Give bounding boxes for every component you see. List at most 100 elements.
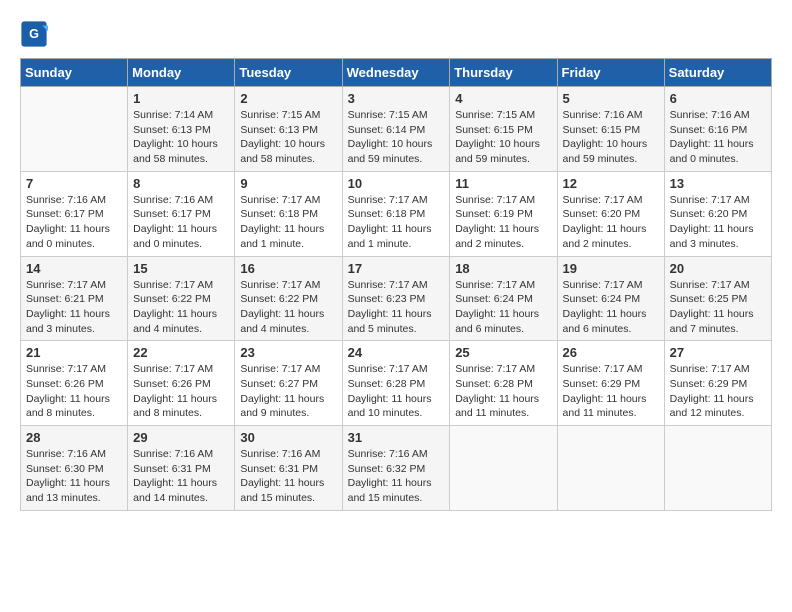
day-cell: 26Sunrise: 7:17 AMSunset: 6:29 PMDayligh… bbox=[557, 341, 664, 426]
day-number: 3 bbox=[348, 91, 445, 106]
day-number: 30 bbox=[240, 430, 336, 445]
day-cell: 29 Sunrise: 7:16 AMSunset: 6:31 PMDayligh… bbox=[128, 426, 235, 511]
column-header-sunday: Sunday bbox=[21, 59, 128, 87]
day-detail: Sunrise: 7:15 AMSunset: 6:15 PMDaylight:… bbox=[455, 108, 551, 167]
day-number: 8 bbox=[133, 176, 229, 191]
day-cell: 8 Sunrise: 7:16 AMSunset: 6:17 PMDaylight… bbox=[128, 171, 235, 256]
day-cell: 13 Sunrise: 7:17 AMSunset: 6:20 PMDayligh… bbox=[664, 171, 771, 256]
day-number: 7 bbox=[26, 176, 122, 191]
day-detail: Sunrise: 7:16 AMSunset: 6:32 PMDaylight:… bbox=[348, 447, 445, 506]
day-number: 25 bbox=[455, 345, 551, 360]
day-number: 16 bbox=[240, 261, 336, 276]
day-cell bbox=[557, 426, 664, 511]
day-cell: 24 Sunrise: 7:17 AMSunset: 6:28 PMDayligh… bbox=[342, 341, 450, 426]
day-number: 28 bbox=[26, 430, 122, 445]
day-number: 23 bbox=[240, 345, 336, 360]
day-cell: 23 Sunrise: 7:17 AMSunset: 6:27 PMDayligh… bbox=[235, 341, 342, 426]
day-number: 12 bbox=[563, 176, 659, 191]
day-number: 13 bbox=[670, 176, 766, 191]
day-number: 10 bbox=[348, 176, 445, 191]
day-cell: 11Sunrise: 7:17 AMSunset: 6:19 PMDayligh… bbox=[450, 171, 557, 256]
week-row-4: 21 Sunrise: 7:17 AMSunset: 6:26 PMDayligh… bbox=[21, 341, 772, 426]
day-cell: 14 Sunrise: 7:17 AMSunset: 6:21 PMDayligh… bbox=[21, 256, 128, 341]
day-cell: 15Sunrise: 7:17 AMSunset: 6:22 PMDayligh… bbox=[128, 256, 235, 341]
day-cell: 9Sunrise: 7:17 AMSunset: 6:18 PMDaylight… bbox=[235, 171, 342, 256]
day-cell: 31 Sunrise: 7:16 AMSunset: 6:32 PMDayligh… bbox=[342, 426, 450, 511]
day-number: 27 bbox=[670, 345, 766, 360]
day-number: 1 bbox=[133, 91, 229, 106]
logo-icon: G bbox=[20, 20, 48, 48]
day-cell: 17 Sunrise: 7:17 AMSunset: 6:23 PMDayligh… bbox=[342, 256, 450, 341]
day-cell: 30 Sunrise: 7:16 AMSunset: 6:31 PMDayligh… bbox=[235, 426, 342, 511]
column-header-thursday: Thursday bbox=[450, 59, 557, 87]
column-header-friday: Friday bbox=[557, 59, 664, 87]
day-detail: Sunrise: 7:17 AMSunset: 6:27 PMDaylight:… bbox=[240, 362, 336, 421]
day-cell: 2 Sunrise: 7:15 AMSunset: 6:13 PMDaylight… bbox=[235, 87, 342, 172]
day-detail: Sunrise: 7:17 AMSunset: 6:18 PMDaylight:… bbox=[348, 193, 445, 252]
day-detail: Sunrise: 7:16 AMSunset: 6:17 PMDaylight:… bbox=[133, 193, 229, 252]
day-cell: 3 Sunrise: 7:15 AMSunset: 6:14 PMDaylight… bbox=[342, 87, 450, 172]
day-number: 24 bbox=[348, 345, 445, 360]
day-detail: Sunrise: 7:17 AMSunset: 6:23 PMDaylight:… bbox=[348, 278, 445, 337]
logo: G bbox=[20, 20, 52, 48]
day-cell: 4 Sunrise: 7:15 AMSunset: 6:15 PMDaylight… bbox=[450, 87, 557, 172]
day-detail: Sunrise: 7:17 AMSunset: 6:22 PMDaylight:… bbox=[133, 278, 229, 337]
header-row: SundayMondayTuesdayWednesdayThursdayFrid… bbox=[21, 59, 772, 87]
day-cell: 12 Sunrise: 7:17 AMSunset: 6:20 PMDayligh… bbox=[557, 171, 664, 256]
day-detail: Sunrise: 7:16 AMSunset: 6:30 PMDaylight:… bbox=[26, 447, 122, 506]
day-number: 2 bbox=[240, 91, 336, 106]
day-number: 31 bbox=[348, 430, 445, 445]
day-number: 5 bbox=[563, 91, 659, 106]
day-cell: 27 Sunrise: 7:17 AMSunset: 6:29 PMDayligh… bbox=[664, 341, 771, 426]
day-cell: 7Sunrise: 7:16 AMSunset: 6:17 PMDaylight… bbox=[21, 171, 128, 256]
day-number: 18 bbox=[455, 261, 551, 276]
day-detail: Sunrise: 7:17 AMSunset: 6:28 PMDaylight:… bbox=[348, 362, 445, 421]
day-cell: 16 Sunrise: 7:17 AMSunset: 6:22 PMDayligh… bbox=[235, 256, 342, 341]
day-number: 4 bbox=[455, 91, 551, 106]
day-cell: 19 Sunrise: 7:17 AMSunset: 6:24 PMDayligh… bbox=[557, 256, 664, 341]
day-detail: Sunrise: 7:16 AMSunset: 6:15 PMDaylight:… bbox=[563, 108, 659, 167]
day-cell: 28 Sunrise: 7:16 AMSunset: 6:30 PMDayligh… bbox=[21, 426, 128, 511]
day-cell: 1Sunrise: 7:14 AMSunset: 6:13 PMDaylight… bbox=[128, 87, 235, 172]
header: G bbox=[20, 20, 772, 48]
day-number: 21 bbox=[26, 345, 122, 360]
day-detail: Sunrise: 7:15 AMSunset: 6:14 PMDaylight:… bbox=[348, 108, 445, 167]
calendar-table: SundayMondayTuesdayWednesdayThursdayFrid… bbox=[20, 58, 772, 511]
day-detail: Sunrise: 7:17 AMSunset: 6:21 PMDaylight:… bbox=[26, 278, 122, 337]
day-cell: 6Sunrise: 7:16 AMSunset: 6:16 PMDaylight… bbox=[664, 87, 771, 172]
day-cell: 10 Sunrise: 7:17 AMSunset: 6:18 PMDayligh… bbox=[342, 171, 450, 256]
day-detail: Sunrise: 7:17 AMSunset: 6:29 PMDaylight:… bbox=[563, 362, 659, 421]
day-detail: Sunrise: 7:17 AMSunset: 6:26 PMDaylight:… bbox=[26, 362, 122, 421]
column-header-tuesday: Tuesday bbox=[235, 59, 342, 87]
day-number: 19 bbox=[563, 261, 659, 276]
day-cell bbox=[664, 426, 771, 511]
day-detail: Sunrise: 7:15 AMSunset: 6:13 PMDaylight:… bbox=[240, 108, 336, 167]
day-detail: Sunrise: 7:17 AMSunset: 6:24 PMDaylight:… bbox=[455, 278, 551, 337]
day-cell: 20Sunrise: 7:17 AMSunset: 6:25 PMDayligh… bbox=[664, 256, 771, 341]
day-detail: Sunrise: 7:16 AMSunset: 6:31 PMDaylight:… bbox=[240, 447, 336, 506]
day-cell: 18 Sunrise: 7:17 AMSunset: 6:24 PMDayligh… bbox=[450, 256, 557, 341]
day-cell: 21 Sunrise: 7:17 AMSunset: 6:26 PMDayligh… bbox=[21, 341, 128, 426]
day-number: 17 bbox=[348, 261, 445, 276]
day-number: 14 bbox=[26, 261, 122, 276]
column-header-monday: Monday bbox=[128, 59, 235, 87]
day-number: 11 bbox=[455, 176, 551, 191]
day-detail: Sunrise: 7:17 AMSunset: 6:20 PMDaylight:… bbox=[670, 193, 766, 252]
column-header-wednesday: Wednesday bbox=[342, 59, 450, 87]
week-row-2: 7 Sunrise: 7:16 AMSunset: 6:17 PMDaylight… bbox=[21, 171, 772, 256]
day-detail: Sunrise: 7:17 AMSunset: 6:24 PMDaylight:… bbox=[563, 278, 659, 337]
calendar-header: SundayMondayTuesdayWednesdayThursdayFrid… bbox=[21, 59, 772, 87]
day-cell bbox=[21, 87, 128, 172]
day-detail: Sunrise: 7:17 AMSunset: 6:25 PMDaylight:… bbox=[670, 278, 766, 337]
day-detail: Sunrise: 7:17 AMSunset: 6:29 PMDaylight:… bbox=[670, 362, 766, 421]
week-row-3: 14 Sunrise: 7:17 AMSunset: 6:21 PMDayligh… bbox=[21, 256, 772, 341]
week-row-5: 28 Sunrise: 7:16 AMSunset: 6:30 PMDayligh… bbox=[21, 426, 772, 511]
day-detail: Sunrise: 7:17 AMSunset: 6:28 PMDaylight:… bbox=[455, 362, 551, 421]
day-detail: Sunrise: 7:17 AMSunset: 6:20 PMDaylight:… bbox=[563, 193, 659, 252]
day-detail: Sunrise: 7:16 AMSunset: 6:31 PMDaylight:… bbox=[133, 447, 229, 506]
day-number: 29 bbox=[133, 430, 229, 445]
day-cell bbox=[450, 426, 557, 511]
day-detail: Sunrise: 7:16 AMSunset: 6:16 PMDaylight:… bbox=[670, 108, 766, 167]
day-detail: Sunrise: 7:17 AMSunset: 6:22 PMDaylight:… bbox=[240, 278, 336, 337]
column-header-saturday: Saturday bbox=[664, 59, 771, 87]
